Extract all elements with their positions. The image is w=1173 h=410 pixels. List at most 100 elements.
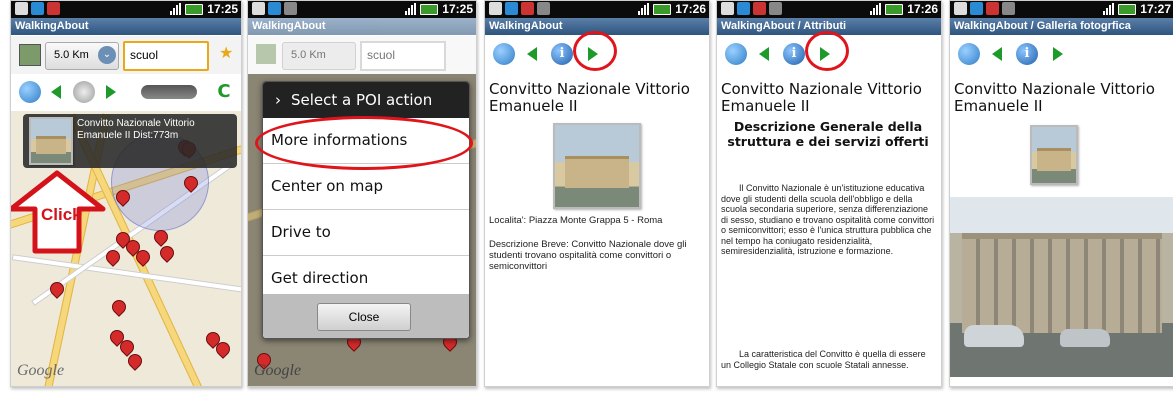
parked-car: [964, 325, 1024, 347]
battery-icon: [1118, 3, 1137, 15]
distance-select[interactable]: 5.0 Km ⌄: [45, 42, 119, 70]
click-label: Click: [41, 205, 82, 224]
general-description: Il Convitto Nazionale è un'istituzione e…: [721, 183, 935, 256]
search-row: 5.0 Km scuol: [248, 36, 476, 74]
poi-marker[interactable]: [126, 352, 144, 370]
poi-photo[interactable]: [553, 123, 641, 209]
back-icon[interactable]: [958, 43, 980, 65]
back-icon[interactable]: [725, 43, 747, 65]
star-icon[interactable]: ★: [219, 45, 235, 61]
map-icon[interactable]: [19, 44, 41, 66]
poi-thumbnail: [29, 117, 73, 165]
battery-icon: [185, 3, 204, 15]
action-drive-to[interactable]: Drive to: [263, 210, 469, 256]
previous-icon[interactable]: [753, 43, 775, 65]
action-label: Get direction: [271, 269, 369, 287]
poi-action-dialog: › Select a POI action More informations C…: [255, 81, 473, 339]
popup-title: Convitto Nazionale Vittorio: [77, 118, 195, 129]
info-icon[interactable]: i: [1016, 43, 1038, 65]
gmail-icon: [986, 2, 999, 15]
clock: 17:25: [207, 2, 238, 16]
search-input-value: scuol: [130, 48, 159, 62]
status-bar: 17:25: [11, 1, 241, 18]
battery-icon: [653, 3, 672, 15]
poi-title-line2: Emanuele II: [721, 97, 810, 115]
poi-title-line1: Convitto Nazionale Vittorio: [721, 80, 922, 98]
section-heading: Descrizione Generale della struttura e d…: [727, 119, 929, 149]
zoom-slider[interactable]: [141, 85, 197, 99]
previous-icon[interactable]: [986, 43, 1008, 65]
notification-icon: [489, 2, 502, 15]
info-icon[interactable]: i: [551, 43, 573, 65]
photo-icon: [1002, 2, 1015, 15]
highlight-circle: [805, 31, 849, 71]
screen-map: 17:25 WalkingAbout 5.0 Km ⌄ scuol ★ C Go…: [10, 0, 242, 387]
dialog-footer: Close: [263, 294, 469, 338]
gallery-photo[interactable]: [950, 197, 1173, 377]
screen-attributes: 17:26 WalkingAbout / Attributi i Convitt…: [716, 0, 942, 387]
next-icon[interactable]: [99, 81, 121, 103]
info-icon[interactable]: i: [783, 43, 805, 65]
map-road: [11, 254, 241, 294]
poi-popup[interactable]: Convitto Nazionale Vittorio Emanuele II …: [23, 114, 237, 168]
distance-select[interactable]: 5.0 Km: [282, 42, 356, 70]
gmail-icon: [47, 2, 60, 15]
back-icon[interactable]: [19, 81, 41, 103]
app-icon: [31, 2, 44, 15]
poi-title-line1: Convitto Nazionale Vittorio: [489, 80, 690, 98]
poi-title: Convitto Nazionale Vittorio Emanuele II: [954, 81, 1155, 115]
nav-row: C: [11, 74, 241, 110]
photo-icon: [284, 2, 297, 15]
app-icon: [737, 2, 750, 15]
app-title: WalkingAbout: [248, 18, 476, 35]
status-bar: 17:26: [717, 1, 941, 18]
gmail-icon: [753, 2, 766, 15]
map-icon[interactable]: [256, 44, 276, 64]
poi-marker[interactable]: [152, 228, 170, 246]
battery-icon: [420, 3, 439, 15]
poi-marker[interactable]: [110, 298, 128, 316]
highlight-circle: [255, 116, 473, 170]
notification-icon: [721, 2, 734, 15]
previous-icon[interactable]: [521, 43, 543, 65]
previous-icon[interactable]: [45, 81, 67, 103]
poi-marker[interactable]: [158, 244, 176, 262]
next-icon[interactable]: [1046, 43, 1068, 65]
screen-poi-details: 17:26 WalkingAbout i Convitto Nazionale …: [484, 0, 710, 387]
battery-icon: [885, 3, 904, 15]
signal-icon: [870, 3, 882, 15]
app-icon: [970, 2, 983, 15]
poi-title-line1: Convitto Nazionale Vittorio: [954, 80, 1155, 98]
nav-toolbar: i: [950, 37, 1173, 73]
screen-photo-gallery: 17:27 WalkingAbout / Galleria fotogrfica…: [949, 0, 1173, 387]
screen-action-dialog: 17:25 WalkingAbout 5.0 Km scuol Google ›…: [247, 0, 477, 387]
distance-value: 5.0 Km: [291, 49, 326, 61]
photo-icon: [537, 2, 550, 15]
app-title: WalkingAbout / Galleria fotogrfica: [950, 18, 1173, 35]
back-icon[interactable]: [493, 43, 515, 65]
search-input[interactable]: scuol: [123, 41, 209, 71]
refresh-icon[interactable]: [73, 81, 95, 103]
poi-short-description: Descrizione Breve: Convitto Nazionale do…: [489, 239, 687, 272]
app-icon: [268, 2, 281, 15]
action-label: Drive to: [271, 223, 331, 241]
action-label: Center on map: [271, 177, 384, 195]
status-bar: 17:27: [950, 1, 1173, 18]
poi-location: Localita': Piazza Monte Grappa 5 - Roma: [489, 215, 663, 226]
signal-icon: [170, 3, 182, 15]
close-button[interactable]: Close: [317, 303, 411, 331]
search-input[interactable]: scuol: [360, 41, 446, 71]
reload-icon[interactable]: C: [213, 81, 235, 103]
search-row: 5.0 Km ⌄ scuol ★: [11, 36, 241, 74]
dialog-title: Select a POI action: [291, 91, 433, 109]
poi-title: Convitto Nazionale Vittorio Emanuele II: [721, 81, 922, 115]
notification-icon: [954, 2, 967, 15]
photo-icon: [769, 2, 782, 15]
action-center-on-map[interactable]: Center on map: [263, 164, 469, 210]
app-title: WalkingAbout: [11, 18, 241, 35]
app-icon: [505, 2, 518, 15]
nav-toolbar: i: [485, 31, 709, 73]
signal-icon: [1103, 3, 1115, 15]
distance-value: 5.0 Km: [54, 49, 89, 61]
gallery-thumbnail[interactable]: [1030, 125, 1078, 185]
